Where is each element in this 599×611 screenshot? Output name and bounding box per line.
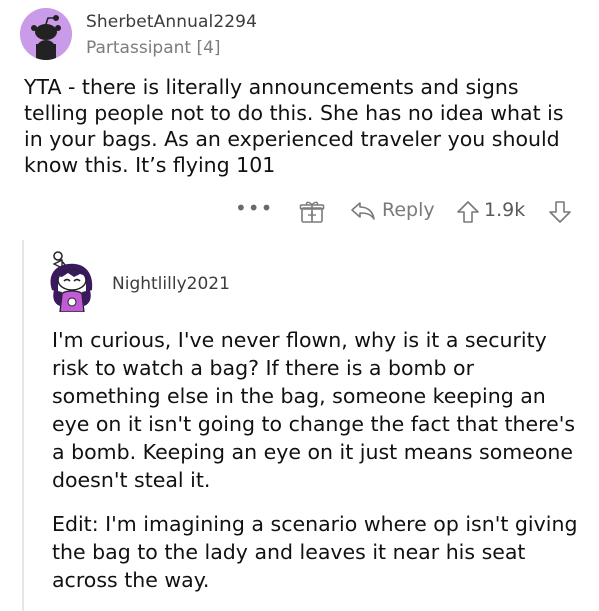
snoo-avatar-icon: [20, 8, 72, 60]
user-avatar[interactable]: [20, 8, 72, 60]
more-options-button[interactable]: •••: [235, 196, 273, 220]
comment-paragraph: I'm curious, I've never flown, why is it…: [52, 328, 576, 492]
award-icon[interactable]: [299, 200, 325, 229]
vote-score: 1.9k: [484, 199, 526, 221]
snoo-avatar-icon: [50, 251, 93, 313]
username[interactable]: SherbetAnnual2294: [86, 12, 257, 32]
upvote-icon[interactable]: [456, 200, 480, 229]
comment-body: YTA - there is literally announcements a…: [24, 75, 564, 177]
reply-icon[interactable]: [350, 201, 376, 226]
downvote-icon[interactable]: [548, 200, 572, 229]
user-avatar[interactable]: [46, 250, 98, 313]
comment-paragraph: Edit: I'm imagining a scenario where op …: [52, 512, 578, 592]
comment-actions: ••• Reply 1.9k: [0, 196, 599, 226]
reply-button[interactable]: Reply: [382, 199, 435, 221]
username[interactable]: Nightlilly2021: [112, 274, 230, 294]
thread-line[interactable]: [22, 240, 24, 611]
user-flair: Partassipant [4]: [86, 38, 221, 58]
comment-body: I'm curious, I've never flown, why is it…: [52, 326, 587, 610]
